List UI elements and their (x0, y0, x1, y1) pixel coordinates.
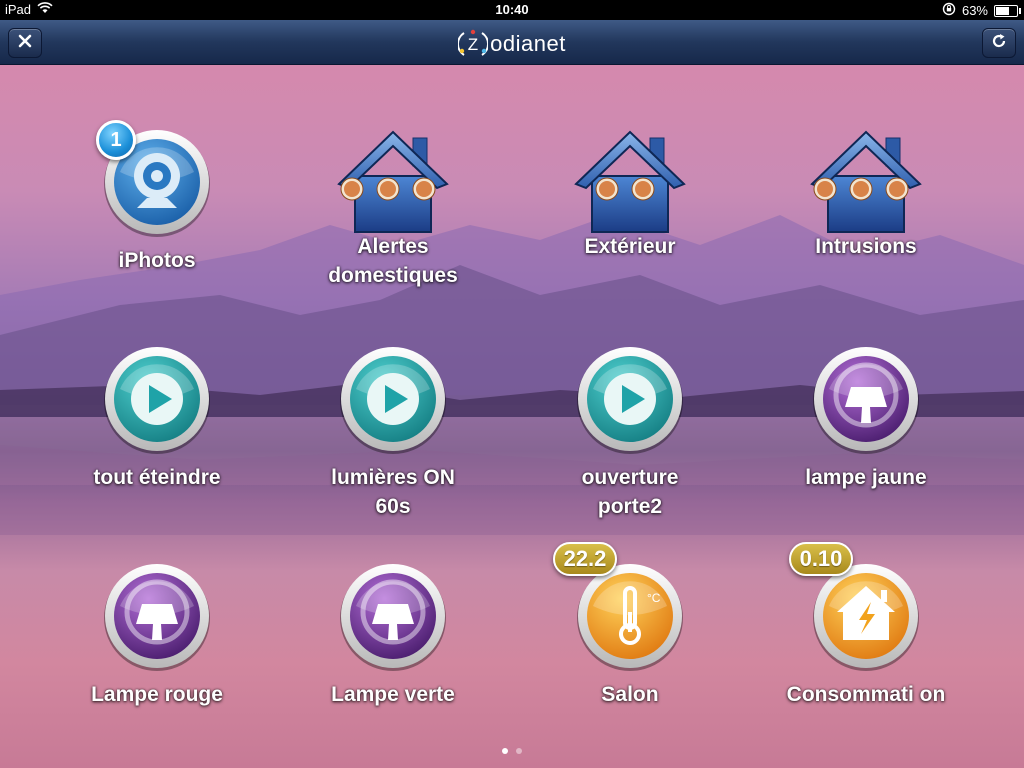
tile-lampe-rouge[interactable]: Lampe rouge (39, 562, 275, 762)
value-badge: 0.10 (789, 542, 853, 576)
notification-badge: 1 (96, 120, 136, 160)
tile-label: iPhotos (118, 249, 196, 272)
page-dot[interactable] (502, 748, 508, 754)
tile-label: Extérieur (584, 235, 676, 258)
lamp-icon (102, 562, 212, 672)
tile-lumi-res-on-60s[interactable]: lumières ON 60s (275, 345, 511, 545)
play-icon (102, 345, 212, 455)
tile-label: Salon (601, 683, 659, 706)
refresh-button[interactable] (982, 28, 1016, 58)
tile-intrusions[interactable]: Intrusions (748, 128, 984, 328)
page-dot[interactable] (516, 748, 522, 754)
refresh-icon (991, 33, 1007, 54)
tile-label: Alertes domestiques (328, 235, 458, 287)
tile-label: lumières ON 60s (331, 466, 455, 518)
status-bar: iPad 10:40 63% (0, 0, 1024, 20)
tile-lampe-jaune[interactable]: lampe jaune (748, 345, 984, 545)
tile-ouverture-porte2[interactable]: ouverture porte2 (512, 345, 748, 545)
rotation-lock-icon (942, 2, 956, 19)
house-power-icon: 0.10 (789, 542, 921, 672)
tile-label: ouverture porte2 (581, 466, 679, 518)
nav-bar: Z odianet (0, 20, 1024, 65)
tile-salon[interactable]: °C 22.2 Salon (512, 542, 748, 762)
svg-text:°C: °C (647, 591, 661, 605)
webcam-icon: 1 (96, 120, 212, 238)
tile-tout-éteindre[interactable]: tout éteindre (39, 345, 275, 545)
lamp-icon (811, 345, 921, 455)
play-icon (338, 345, 448, 455)
clock: 10:40 (495, 2, 529, 17)
value-badge: 22.2 (553, 542, 617, 576)
app-logo: Z odianet (0, 29, 1024, 59)
battery-icon (994, 4, 1021, 17)
tile-label: tout éteindre (93, 466, 221, 489)
tile-extérieur[interactable]: Extérieur (512, 128, 748, 328)
svg-text:Z: Z (468, 35, 478, 54)
page-indicator[interactable] (0, 748, 1024, 754)
logo-text: odianet (490, 31, 566, 56)
logo-mark: Z (458, 29, 489, 56)
battery-percent: 63% (961, 3, 988, 18)
tile-iphotos[interactable]: 1 iPhotos (39, 120, 275, 328)
tile-lampe-verte[interactable]: Lampe verte (275, 562, 511, 762)
thermometer-icon: °C 22.2 (553, 542, 685, 672)
tile-label: Lampe verte (331, 683, 455, 706)
tile-consommati-on[interactable]: 0.10 Consommati on (748, 542, 984, 762)
play-icon (575, 345, 685, 455)
tile-label: Intrusions (815, 235, 917, 258)
tile-label: lampe jaune (805, 466, 927, 489)
lamp-icon (338, 562, 448, 672)
tile-label: Lampe rouge (91, 683, 223, 706)
tile-label: Consommati on (786, 683, 946, 706)
house-alerts-icon (333, 126, 453, 236)
house-exterior-icon (570, 126, 690, 236)
house-intrusion-icon (806, 126, 926, 236)
tile-alertes-domestiques[interactable]: Alertes domestiques (275, 128, 511, 328)
